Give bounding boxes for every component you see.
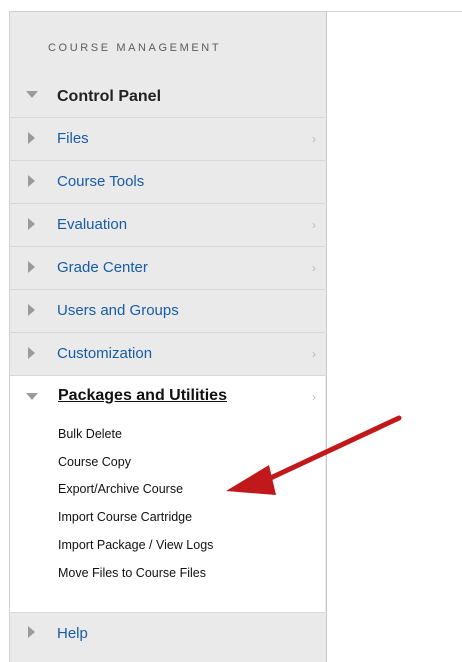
red-arrow-icon xyxy=(226,415,402,495)
